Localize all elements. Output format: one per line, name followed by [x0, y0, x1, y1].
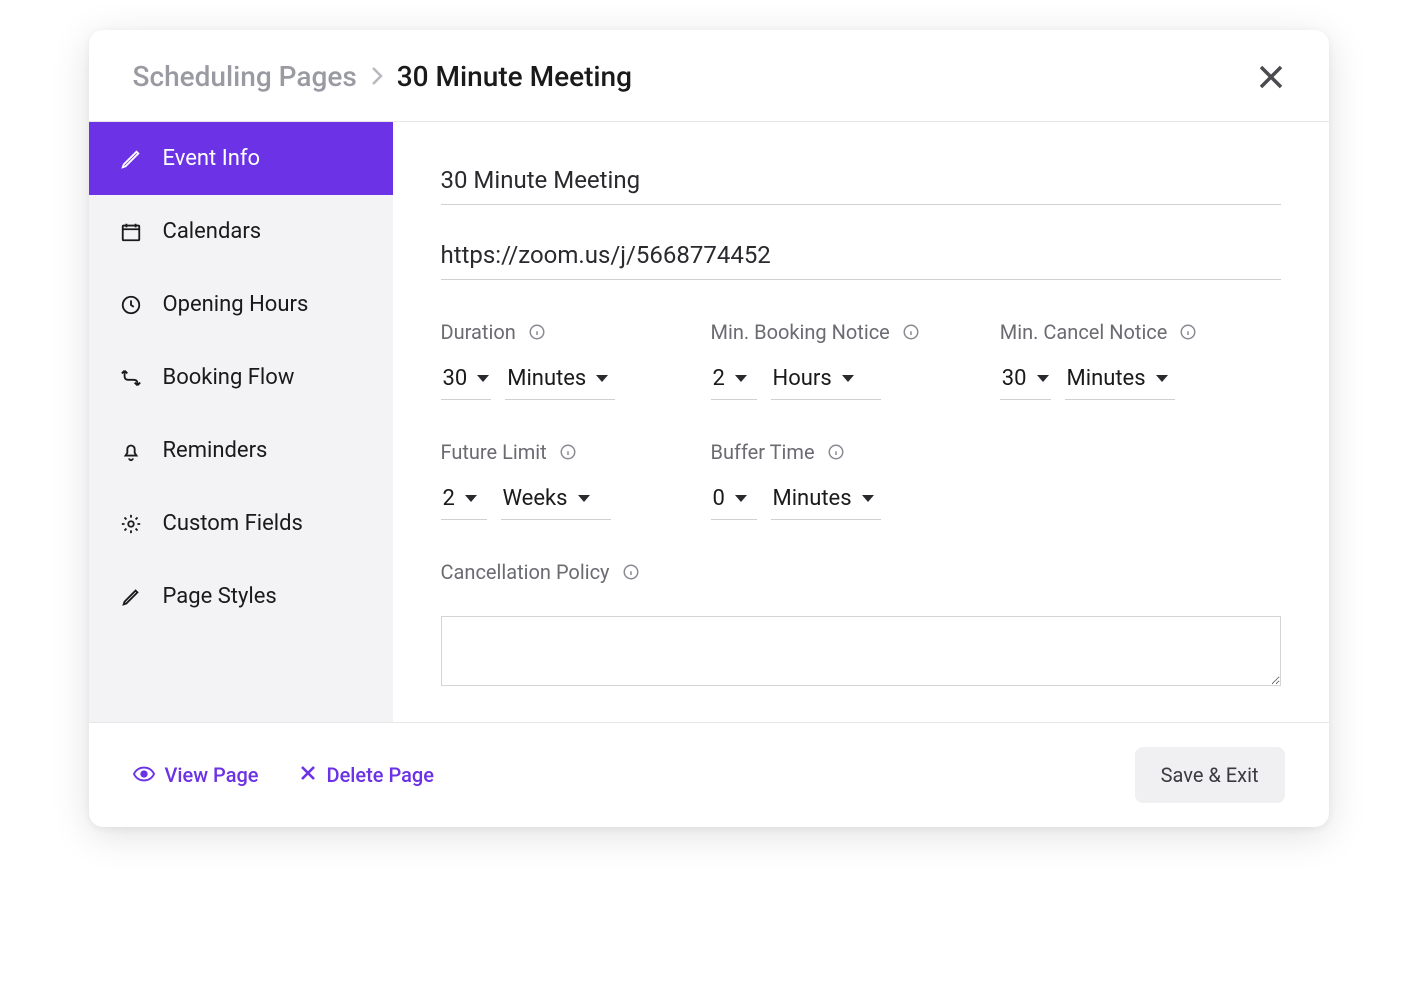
buffer-time-unit-select[interactable]: Minutes — [771, 482, 881, 520]
event-info-form: Duration 30 Minutes — [393, 122, 1329, 722]
pencil-icon — [119, 147, 143, 171]
future-limit-unit-select[interactable]: Weeks — [501, 482, 611, 520]
caret-down-icon — [735, 495, 747, 502]
sidebar-item-label: Page Styles — [163, 584, 277, 609]
caret-down-icon — [735, 375, 747, 382]
caret-down-icon — [1037, 375, 1049, 382]
duration-field: Duration 30 Minutes — [441, 320, 631, 400]
clock-icon — [119, 293, 143, 317]
duration-unit-select[interactable]: Minutes — [505, 362, 615, 400]
min-cancel-unit-select[interactable]: Minutes — [1065, 362, 1175, 400]
footer-left: View Page Delete Page — [133, 763, 434, 787]
caret-down-icon — [842, 375, 854, 382]
sidebar-item-label: Booking Flow — [163, 365, 295, 390]
modal-header: Scheduling Pages 30 Minute Meeting — [89, 30, 1329, 122]
sidebar-item-calendars[interactable]: Calendars — [89, 195, 393, 268]
min-booking-unit-select[interactable]: Hours — [771, 362, 881, 400]
chevron-right-icon — [371, 60, 383, 93]
future-limit-field: Future Limit 2 Weeks — [441, 440, 631, 520]
info-icon[interactable] — [559, 443, 577, 461]
event-location-input[interactable] — [441, 233, 1281, 280]
gear-icon — [119, 512, 143, 536]
min-cancel-field: Min. Cancel Notice 30 Minutes — [1000, 320, 1198, 400]
bell-icon — [119, 439, 143, 463]
calendar-icon — [119, 220, 143, 244]
cancellation-policy-label: Cancellation Policy — [441, 560, 1281, 584]
info-icon[interactable] — [1179, 323, 1197, 341]
sidebar-item-label: Custom Fields — [163, 511, 303, 536]
fields-row-1: Duration 30 Minutes — [441, 320, 1281, 400]
sidebar-item-opening-hours[interactable]: Opening Hours — [89, 268, 393, 341]
caret-down-icon — [1156, 375, 1168, 382]
min-cancel-value-select[interactable]: 30 — [1000, 362, 1051, 400]
delete-page-button[interactable]: Delete Page — [299, 763, 434, 787]
info-icon[interactable] — [528, 323, 546, 341]
cancellation-policy-field: Cancellation Policy — [441, 560, 1281, 690]
sidebar-item-label: Reminders — [163, 438, 268, 463]
caret-down-icon — [578, 495, 590, 502]
breadcrumb-parent[interactable]: Scheduling Pages — [133, 60, 357, 93]
caret-down-icon — [465, 495, 477, 502]
duration-value-select[interactable]: 30 — [441, 362, 492, 400]
future-limit-label: Future Limit — [441, 440, 631, 464]
settings-sidebar: Event Info Calendars Opening Hours Booki… — [89, 122, 393, 722]
sidebar-item-reminders[interactable]: Reminders — [89, 414, 393, 487]
sidebar-item-label: Calendars — [163, 219, 262, 244]
sidebar-item-label: Opening Hours — [163, 292, 309, 317]
min-cancel-label: Min. Cancel Notice — [1000, 320, 1198, 344]
view-page-button[interactable]: View Page — [133, 763, 259, 787]
duration-label: Duration — [441, 320, 631, 344]
sidebar-item-custom-fields[interactable]: Custom Fields — [89, 487, 393, 560]
scheduling-page-modal: Scheduling Pages 30 Minute Meeting Event… — [89, 30, 1329, 827]
info-icon[interactable] — [622, 563, 640, 581]
breadcrumb-current: 30 Minute Meeting — [397, 60, 632, 93]
cancellation-policy-textarea[interactable] — [441, 616, 1281, 686]
future-limit-value-select[interactable]: 2 — [441, 482, 487, 520]
eye-icon — [133, 763, 155, 787]
min-booking-label: Min. Booking Notice — [711, 320, 920, 344]
buffer-time-field: Buffer Time 0 Minutes — [711, 440, 901, 520]
modal-body: Event Info Calendars Opening Hours Booki… — [89, 122, 1329, 722]
min-booking-value-select[interactable]: 2 — [711, 362, 757, 400]
caret-down-icon — [596, 375, 608, 382]
info-icon[interactable] — [827, 443, 845, 461]
save-exit-button[interactable]: Save & Exit — [1135, 747, 1285, 803]
sidebar-item-label: Event Info — [163, 146, 261, 171]
info-icon[interactable] — [902, 323, 920, 341]
caret-down-icon — [477, 375, 489, 382]
sidebar-item-page-styles[interactable]: Page Styles — [89, 560, 393, 633]
brush-icon — [119, 585, 143, 609]
flow-icon — [119, 366, 143, 390]
modal-footer: View Page Delete Page Save & Exit — [89, 722, 1329, 827]
breadcrumb: Scheduling Pages 30 Minute Meeting — [133, 60, 633, 93]
buffer-time-label: Buffer Time — [711, 440, 901, 464]
min-booking-field: Min. Booking Notice 2 Hours — [711, 320, 920, 400]
close-icon — [299, 763, 317, 787]
close-button[interactable] — [1257, 63, 1285, 91]
event-title-input[interactable] — [441, 158, 1281, 205]
buffer-time-value-select[interactable]: 0 — [711, 482, 757, 520]
sidebar-item-event-info[interactable]: Event Info — [89, 122, 393, 195]
fields-row-2: Future Limit 2 Weeks — [441, 440, 1281, 520]
sidebar-item-booking-flow[interactable]: Booking Flow — [89, 341, 393, 414]
caret-down-icon — [862, 495, 874, 502]
